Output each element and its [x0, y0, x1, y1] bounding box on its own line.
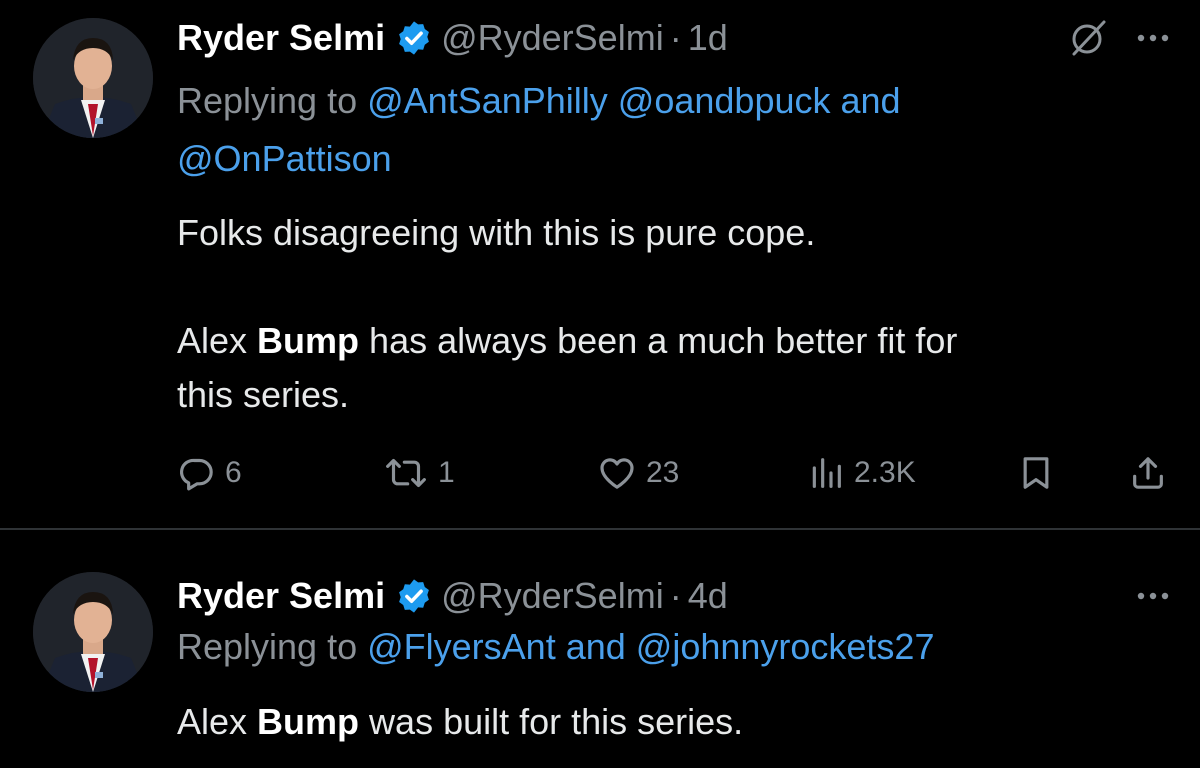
text-run: Alex — [177, 701, 258, 742]
bold-text: Bump — [257, 701, 360, 742]
verified-badge-icon — [395, 19, 433, 57]
grok-icon[interactable] — [1068, 18, 1108, 58]
views-button[interactable]: 2.3K — [806, 448, 916, 498]
avatar[interactable] — [33, 18, 153, 138]
repost-button[interactable]: 1 — [382, 448, 455, 498]
tweet-paragraph: this series. — [177, 374, 350, 415]
tweet-text: Alex Bump was built for this series. — [177, 695, 1140, 749]
verified-badge-icon — [395, 577, 433, 615]
replying-prefix: Replying to — [177, 80, 358, 121]
share-button[interactable] — [1128, 448, 1168, 498]
replying-to: Replying to @AntSanPhilly @oandbpuck and… — [177, 72, 1120, 188]
handle[interactable]: @RyderSelmi — [441, 17, 664, 59]
tweet[interactable]: Ryder Selmi @RyderSelmi · 4d Replying to… — [0, 530, 1200, 768]
repost-icon — [382, 453, 430, 493]
share-icon — [1128, 453, 1168, 493]
bookmark-icon — [1016, 453, 1056, 493]
separator-dot: · — [669, 17, 682, 58]
tweet[interactable]: Ryder Selmi @RyderSelmi · 1d Replying to… — [0, 0, 1200, 528]
tweet-paragraph: Folks disagreeing with this is pure cope… — [177, 212, 816, 253]
like-count: 23 — [646, 456, 680, 489]
display-name[interactable]: Ryder Selmi — [177, 17, 385, 59]
replying-to: Replying to @FlyersAnt and @johnnyrocket… — [177, 618, 1120, 676]
views-count: 2.3K — [854, 456, 916, 489]
repost-count: 1 — [438, 456, 455, 489]
replying-prefix: Replying to — [177, 626, 358, 667]
like-button[interactable]: 23 — [596, 448, 679, 498]
timestamp[interactable]: 4d — [688, 575, 728, 617]
heart-icon — [596, 453, 638, 493]
handle[interactable]: @RyderSelmi — [441, 575, 664, 617]
bold-text: Bump — [257, 320, 360, 361]
timestamp[interactable]: 1d — [688, 17, 728, 59]
bookmark-button[interactable] — [1016, 448, 1056, 498]
more-icon[interactable] — [1136, 590, 1170, 602]
action-bar: 6 1 23 2.3K — [0, 448, 1200, 498]
tweet-header: Ryder Selmi @RyderSelmi · 1d — [177, 16, 1170, 60]
text-run: Alex — [177, 320, 258, 361]
avatar[interactable] — [33, 572, 153, 692]
reply-button[interactable]: 6 — [177, 448, 242, 498]
mention-link[interactable]: @OnPattison — [177, 138, 392, 179]
display-name[interactable]: Ryder Selmi — [177, 575, 385, 617]
tweet-paragraph: Alex Bump was built for this series. — [177, 695, 1140, 749]
mention-links[interactable]: @FlyersAnt and @johnnyrockets27 — [367, 626, 934, 667]
text-run: has always been a much better fit for — [359, 320, 958, 361]
tweet-header: Ryder Selmi @RyderSelmi · 4d — [177, 574, 1170, 618]
mention-links[interactable]: @AntSanPhilly @oandbpuck and — [367, 80, 900, 121]
more-icon[interactable] — [1136, 32, 1170, 44]
tweet-paragraph: Alex Bump has always been a much better … — [177, 314, 1140, 368]
views-icon — [806, 453, 846, 493]
tweet-text: Folks disagreeing with this is pure cope… — [177, 206, 1140, 422]
reply-count: 6 — [225, 456, 242, 489]
text-run: was built for this series. — [359, 701, 744, 742]
separator-dot: · — [669, 575, 682, 616]
reply-icon — [177, 453, 217, 493]
